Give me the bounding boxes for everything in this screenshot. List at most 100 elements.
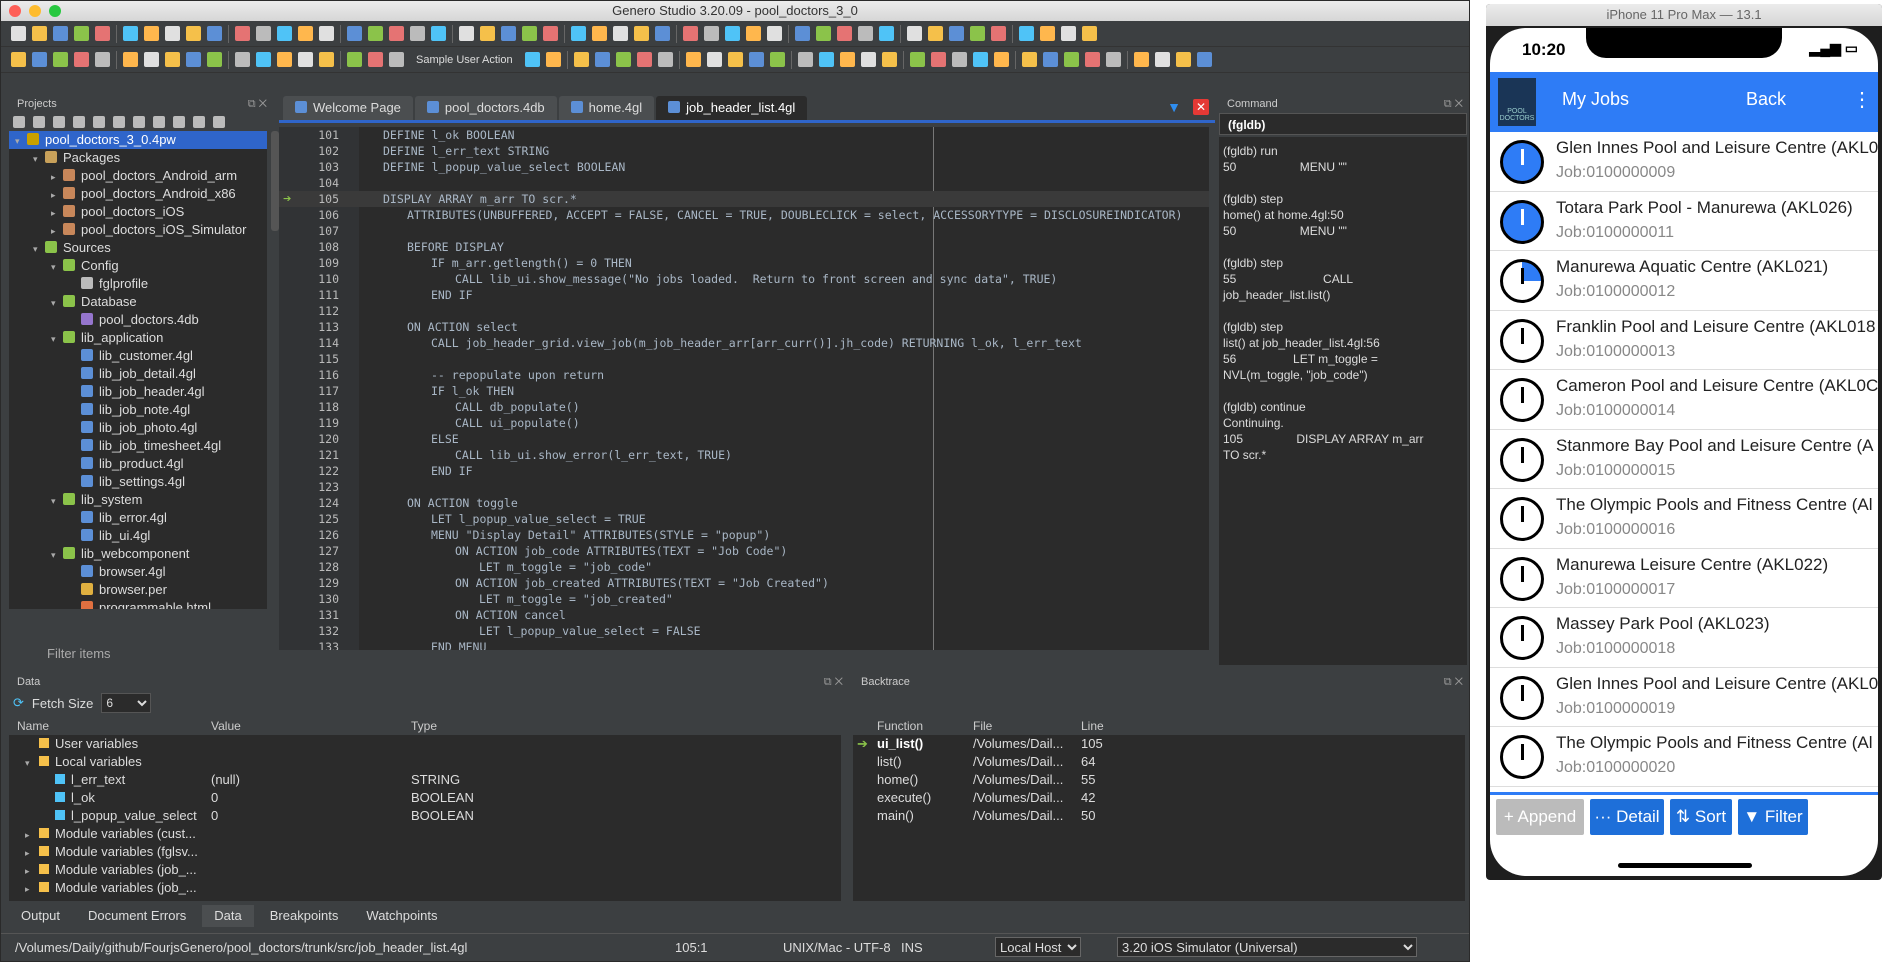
toolbar-button-icon[interactable]: [991, 26, 1006, 41]
tree-item[interactable]: ▾ pool_doctors_3_0.4pw: [9, 131, 267, 149]
tree-item[interactable]: ▸ pool_doctors_Android_arm: [9, 167, 267, 185]
tree-item[interactable]: lib_job_note.4gl: [9, 401, 267, 419]
tree-item[interactable]: lib_job_detail.4gl: [9, 365, 267, 383]
tree-item[interactable]: browser.4gl: [9, 563, 267, 581]
toolbar-button-icon[interactable]: [144, 52, 159, 67]
tree-arrow-icon[interactable]: ▸: [51, 204, 63, 222]
command-input[interactable]: (fgldb): [1219, 113, 1467, 135]
tree-scrollbar[interactable]: [271, 131, 279, 231]
tree-item[interactable]: fglprofile: [9, 275, 267, 293]
expand-arrow-icon[interactable]: ▸: [25, 862, 39, 879]
stack-frame-row[interactable]: main() /Volumes/Dail... 50: [853, 807, 1465, 825]
editor-tab[interactable]: pool_doctors.4db: [414, 96, 557, 120]
project-tool-icon[interactable]: [173, 116, 185, 128]
toolbar-button-icon[interactable]: [186, 52, 201, 67]
toolbar-button-icon[interactable]: [928, 26, 943, 41]
filter-icon[interactable]: ▼: [1167, 99, 1181, 115]
toolbar-button-icon[interactable]: [165, 52, 180, 67]
job-list-item[interactable]: Glen Innes Pool and Leisure Centre (AKL0…: [1490, 132, 1878, 192]
toolbar-button-icon[interactable]: [543, 26, 558, 41]
toolbar-button-icon[interactable]: [613, 26, 628, 41]
column-header[interactable]: Name: [9, 717, 211, 735]
home-indicator[interactable]: [1618, 863, 1752, 868]
toolbar-button-icon[interactable]: [256, 52, 271, 67]
job-list-item[interactable]: Franklin Pool and Leisure Centre (AKL018…: [1490, 311, 1878, 370]
tree-item[interactable]: lib_ui.4gl: [9, 527, 267, 545]
toolbar-button-icon[interactable]: [11, 52, 26, 67]
editor-tab[interactable]: home.4gl: [558, 96, 655, 120]
stack-frame-row[interactable]: home() /Volumes/Dail... 55: [853, 771, 1465, 789]
toolbar-button-icon[interactable]: [207, 26, 222, 41]
refresh-icon[interactable]: ⟳: [13, 695, 24, 711]
toolbar-button-icon[interactable]: [683, 26, 698, 41]
toolbar-button-icon[interactable]: [545, 52, 561, 67]
toolbar-button-icon[interactable]: [95, 26, 110, 41]
toolbar-button-icon[interactable]: [347, 26, 362, 41]
bottom-tab[interactable]: Data: [202, 905, 254, 927]
toolbar-button-icon[interactable]: [459, 26, 474, 41]
toolbar-button-icon[interactable]: [1063, 52, 1079, 67]
panel-close-icon[interactable]: ⧉ ✕: [1444, 95, 1463, 113]
toolbar-button-icon[interactable]: [1105, 52, 1121, 67]
toolbar-button-icon[interactable]: [909, 52, 925, 67]
tree-item[interactable]: ▾ Database: [9, 293, 267, 311]
stack-frame-row[interactable]: execute() /Volumes/Dail... 42: [853, 789, 1465, 807]
toolbar-button-icon[interactable]: [706, 52, 722, 67]
more-options-icon[interactable]: ⋮: [1852, 87, 1872, 112]
project-tool-icon[interactable]: [213, 116, 225, 128]
variable-row[interactable]: l_ok 0 BOOLEAN: [9, 789, 841, 807]
job-list-item[interactable]: Manurewa Leisure Centre (AKL022) Job:0100…: [1490, 549, 1878, 608]
job-list-item[interactable]: Massey Park Pool (AKL023) Job:0100000018: [1490, 608, 1878, 668]
toolbar-button-icon[interactable]: [1019, 26, 1034, 41]
toolbar-button-icon[interactable]: [53, 26, 68, 41]
toolbar-button-icon[interactable]: [95, 52, 110, 67]
tree-item[interactable]: ▾ lib_application: [9, 329, 267, 347]
toolbar-button-icon[interactable]: [298, 26, 313, 41]
tree-item[interactable]: lib_job_header.4gl: [9, 383, 267, 401]
toolbar-button-icon[interactable]: [123, 52, 138, 67]
variable-row[interactable]: l_err_text (null) STRING: [9, 771, 841, 789]
action-button[interactable]: ⇅ Sort: [1670, 799, 1732, 835]
job-list-item[interactable]: The Olympic Pools and Fitness Centre (Al…: [1490, 489, 1878, 549]
toolbar-button-icon[interactable]: [32, 52, 47, 67]
toolbar-button-icon[interactable]: [972, 52, 988, 67]
toolbar-button-icon[interactable]: [949, 26, 964, 41]
tree-arrow-icon[interactable]: ▾: [33, 150, 45, 168]
toolbar-button-icon[interactable]: [837, 26, 852, 41]
expand-arrow-icon[interactable]: ▸: [25, 826, 39, 843]
toolbar-button-icon[interactable]: [186, 26, 201, 41]
tree-item[interactable]: lib_product.4gl: [9, 455, 267, 473]
toolbar-button-icon[interactable]: [319, 52, 334, 67]
variable-row[interactable]: ▸ Module variables (cust...: [9, 825, 841, 843]
variable-row[interactable]: User variables: [9, 735, 841, 753]
project-tool-icon[interactable]: [53, 116, 65, 128]
toolbar-button-icon[interactable]: [11, 26, 26, 41]
variable-row[interactable]: ▸ Module variables (job_...: [9, 879, 841, 897]
project-tool-icon[interactable]: [153, 116, 165, 128]
tree-item[interactable]: lib_job_photo.4gl: [9, 419, 267, 437]
toolbar-button-icon[interactable]: [1040, 26, 1055, 41]
job-list-item[interactable]: Totara Park Pool - Manurewa (AKL026) Job:…: [1490, 192, 1878, 251]
column-header[interactable]: File: [973, 717, 1073, 735]
bottom-tab[interactable]: Watchpoints: [354, 905, 450, 927]
expand-arrow-icon[interactable]: ▾: [25, 754, 39, 771]
toolbar-button-icon[interactable]: [858, 26, 873, 41]
tree-item[interactable]: lib_job_timesheet.4gl: [9, 437, 267, 455]
toolbar-button-icon[interactable]: [1133, 52, 1149, 67]
toolbar-button-icon[interactable]: [797, 52, 813, 67]
toolbar-button-icon[interactable]: [725, 26, 740, 41]
target-select[interactable]: 3.20 iOS Simulator (Universal): [1117, 937, 1417, 958]
tree-item[interactable]: ▸ pool_doctors_iOS_Simulator: [9, 221, 267, 239]
tree-item[interactable]: browser.per: [9, 581, 267, 599]
toolbar-button-icon[interactable]: [907, 26, 922, 41]
expand-arrow-icon[interactable]: ▸: [25, 880, 39, 897]
editor-tab[interactable]: Welcome Page: [283, 96, 413, 120]
toolbar-button-icon[interactable]: [816, 26, 831, 41]
zoom-window-button[interactable]: [49, 5, 61, 17]
column-header[interactable]: Line: [1073, 717, 1153, 735]
toolbar-button-icon[interactable]: [795, 26, 810, 41]
toolbar-button-icon[interactable]: [522, 26, 537, 41]
variable-row[interactable]: ▾ Local variables: [9, 753, 841, 771]
job-list-item[interactable]: Stanmore Bay Pool and Leisure Centre (A J…: [1490, 430, 1878, 489]
toolbar-button-icon[interactable]: [727, 52, 743, 67]
